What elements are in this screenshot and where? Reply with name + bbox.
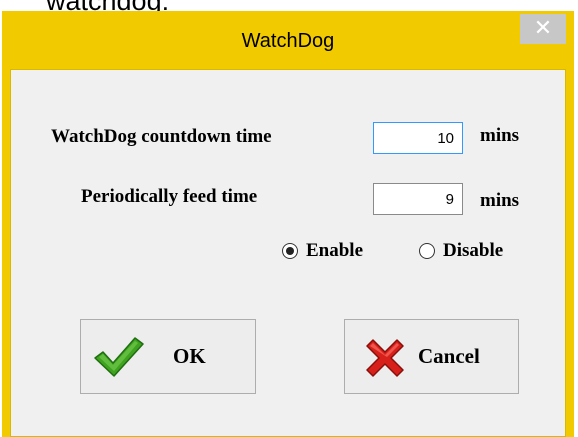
cancel-label: Cancel	[418, 344, 480, 368]
radio-enable-circle[interactable]	[282, 243, 298, 259]
radio-disable-label: Disable	[443, 240, 504, 261]
close-icon: ✕	[533, 16, 553, 41]
radio-enable-label: Enable	[306, 240, 364, 261]
screen: watchdog: WatchDog ✕ WatchDog countdown …	[0, 0, 578, 437]
radio-disable[interactable]: Disable	[419, 240, 503, 262]
cancel-button[interactable]: Cancel	[344, 319, 519, 394]
title-bar[interactable]: WatchDog ✕	[2, 11, 574, 69]
feed-input[interactable]	[373, 183, 463, 215]
countdown-label: WatchDog countdown time	[51, 126, 272, 147]
feed-label: Periodically feed time	[81, 186, 258, 207]
watchdog-dialog: WatchDog ✕ WatchDog countdown time mins …	[2, 11, 574, 437]
close-button[interactable]: ✕	[520, 14, 566, 44]
x-cross-icon	[361, 334, 409, 387]
radio-enable[interactable]: Enable	[282, 240, 363, 262]
feed-unit: mins	[480, 190, 520, 211]
window-title: WatchDog	[241, 30, 335, 52]
checkmark-icon	[93, 334, 145, 385]
dialog-body: WatchDog countdown time mins Periodicall…	[10, 69, 566, 437]
countdown-input[interactable]	[373, 122, 463, 154]
ok-label: OK	[173, 344, 206, 368]
radio-disable-circle[interactable]	[419, 243, 435, 259]
countdown-unit: mins	[480, 125, 520, 146]
ok-button[interactable]: OK	[80, 319, 256, 394]
